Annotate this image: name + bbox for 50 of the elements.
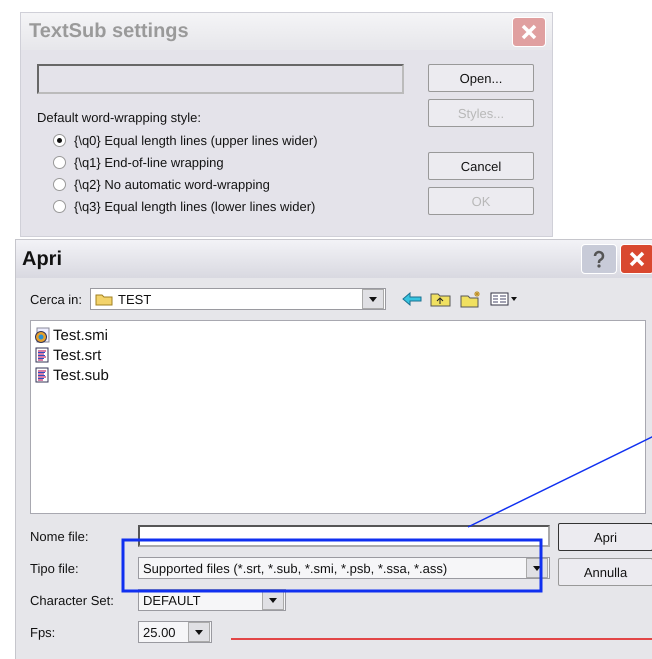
field-label: Nome file: — [30, 528, 90, 544]
caret-icon — [195, 630, 203, 634]
media-file-icon — [34, 327, 50, 343]
dropdown-value: Supported files (*.srt, *.sub, *.smi, *.psb, *.ssa, *.ass) — [143, 560, 448, 576]
close-button[interactable] — [620, 244, 652, 274]
radio-button[interactable] — [53, 200, 66, 212]
dropdown-field[interactable]: 25.00 — [138, 621, 212, 643]
field-label: Tipo file: — [30, 560, 80, 576]
option-label: {\q0} Equal length lines (upper lines wider) — [74, 132, 318, 148]
radio-button[interactable] — [53, 178, 66, 190]
option-label: {\q3} Equal length lines (lower lines wider) — [74, 198, 316, 214]
caret-icon — [369, 296, 378, 302]
folder-name: TEST — [118, 292, 152, 306]
path-field[interactable] — [37, 64, 404, 94]
text-file-icon — [34, 347, 50, 363]
option-label: {\q1} End-of-line wrapping — [74, 154, 224, 170]
window-title: Apri — [22, 248, 62, 270]
look-in-label: Cerca in: — [30, 292, 82, 306]
caret-icon — [533, 566, 541, 570]
help-button[interactable] — [581, 244, 617, 274]
dropdown-value: 25.00 — [143, 624, 176, 640]
file-name[interactable]: Test.sub — [53, 366, 109, 384]
look-in-dropdown[interactable]: TEST — [90, 288, 386, 310]
dropdown-field[interactable]: Supported files (*.srt, *.sub, *.smi, *.psb, *.ssa, *.ass) — [138, 557, 550, 579]
dialog-button[interactable]: Annulla — [558, 558, 652, 586]
folder-icon — [95, 292, 114, 306]
radio-button[interactable] — [53, 156, 66, 168]
wrap-style-label: Default word-wrapping style: — [37, 110, 202, 125]
close-icon — [520, 22, 538, 40]
caret-icon — [269, 598, 277, 602]
file-name[interactable]: Test.srt — [53, 346, 102, 364]
back-arrow-icon[interactable] — [402, 292, 422, 306]
window-title: TextSub settings — [29, 20, 189, 43]
dropdown-button[interactable] — [188, 622, 210, 642]
view-menu-icon[interactable] — [490, 292, 518, 306]
close-icon — [628, 250, 646, 268]
file-name[interactable]: Test.smi — [53, 326, 108, 344]
field-label: Character Set: — [30, 592, 115, 608]
up-folder-icon[interactable] — [430, 291, 452, 307]
dialog-button[interactable]: Apri — [558, 523, 652, 551]
field-label: Fps: — [30, 624, 56, 640]
radio-button[interactable] — [53, 134, 66, 146]
dropdown-value: DEFAULT — [143, 592, 201, 608]
text-file-icon — [34, 367, 50, 383]
dialog-button[interactable]: Open... — [428, 64, 534, 92]
dropdown-button[interactable] — [362, 289, 384, 309]
option-label: {\q2} No automatic word-wrapping — [74, 176, 270, 192]
dialog-button[interactable]: Cancel — [428, 152, 534, 180]
help-icon — [593, 250, 605, 268]
new-folder-icon[interactable] — [460, 290, 482, 308]
